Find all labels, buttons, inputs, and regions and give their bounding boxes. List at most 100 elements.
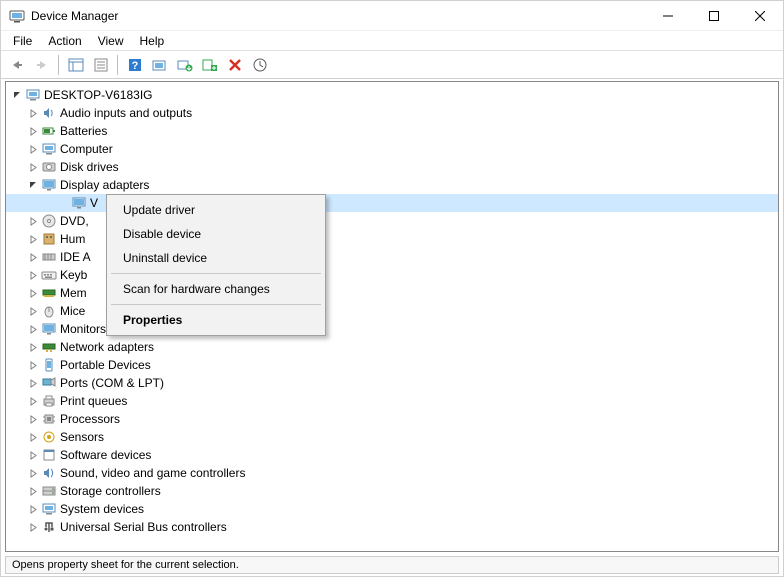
context-menu-item[interactable]: Uninstall device xyxy=(109,246,323,270)
scan-button[interactable] xyxy=(148,54,171,76)
menu-help[interactable]: Help xyxy=(132,32,173,50)
menubar: File Action View Help xyxy=(1,31,783,51)
tree-category[interactable]: Network adapters xyxy=(6,338,778,356)
expand-icon[interactable] xyxy=(26,484,40,498)
minimize-button[interactable] xyxy=(645,1,691,31)
window-controls xyxy=(645,1,783,31)
menu-file[interactable]: File xyxy=(5,32,40,50)
category-icon xyxy=(41,141,57,157)
remove-button[interactable] xyxy=(223,54,246,76)
properties-button[interactable] xyxy=(89,54,112,76)
tree-category[interactable]: Computer xyxy=(6,140,778,158)
expand-icon[interactable] xyxy=(26,214,40,228)
expand-icon[interactable] xyxy=(26,520,40,534)
category-label: Hum xyxy=(60,232,85,246)
tree-category[interactable]: Audio inputs and outputs xyxy=(6,104,778,122)
expand-icon[interactable] xyxy=(26,430,40,444)
expand-icon[interactable] xyxy=(26,124,40,138)
category-label: Display adapters xyxy=(60,178,149,192)
tree-category[interactable]: Sound, video and game controllers xyxy=(6,464,778,482)
toolbar-separator xyxy=(117,55,118,75)
expand-icon[interactable] xyxy=(26,376,40,390)
tree-category[interactable]: Software devices xyxy=(6,446,778,464)
uninstall-button[interactable] xyxy=(248,54,271,76)
app-icon xyxy=(9,8,25,24)
tree-category[interactable]: Processors xyxy=(6,410,778,428)
statusbar: Opens property sheet for the current sel… xyxy=(5,556,779,574)
expand-icon[interactable] xyxy=(26,322,40,336)
menu-action[interactable]: Action xyxy=(40,32,89,50)
category-icon xyxy=(41,411,57,427)
expand-icon[interactable] xyxy=(26,160,40,174)
category-label: Sensors xyxy=(60,430,104,444)
context-menu-separator xyxy=(111,304,321,305)
forward-button[interactable] xyxy=(30,54,53,76)
tree-category[interactable]: Print queues xyxy=(6,392,778,410)
toolbar-separator xyxy=(58,55,59,75)
tree-category[interactable]: Ports (COM & LPT) xyxy=(6,374,778,392)
collapse-icon[interactable] xyxy=(26,178,40,192)
tree-category[interactable]: Batteries xyxy=(6,122,778,140)
root-label: DESKTOP-V6183IG xyxy=(44,88,153,102)
expand-icon[interactable] xyxy=(26,358,40,372)
expand-icon[interactable] xyxy=(26,304,40,318)
expand-icon[interactable] xyxy=(26,232,40,246)
category-label: Storage controllers xyxy=(60,484,161,498)
expand-icon[interactable] xyxy=(26,412,40,426)
expand-icon[interactable] xyxy=(26,250,40,264)
expand-icon[interactable] xyxy=(26,466,40,480)
category-label: Mice xyxy=(60,304,85,318)
category-icon xyxy=(41,249,57,265)
expand-icon[interactable] xyxy=(26,106,40,120)
category-icon xyxy=(41,123,57,139)
expand-icon[interactable] xyxy=(26,286,40,300)
category-label: Processors xyxy=(60,412,120,426)
help-button[interactable]: ? xyxy=(123,54,146,76)
context-menu-item[interactable]: Disable device xyxy=(109,222,323,246)
category-label: Universal Serial Bus controllers xyxy=(60,520,227,534)
device-icon xyxy=(71,195,87,211)
maximize-button[interactable] xyxy=(691,1,737,31)
update-driver-button[interactable] xyxy=(173,54,196,76)
category-icon xyxy=(41,375,57,391)
expand-icon[interactable] xyxy=(26,268,40,282)
computer-icon xyxy=(25,87,41,103)
tree-category[interactable]: System devices xyxy=(6,500,778,518)
svg-text:?: ? xyxy=(131,60,138,72)
category-label: Print queues xyxy=(60,394,127,408)
collapse-icon[interactable] xyxy=(10,88,24,102)
category-icon xyxy=(41,465,57,481)
tree-category[interactable]: Sensors xyxy=(6,428,778,446)
category-icon xyxy=(41,159,57,175)
expand-icon[interactable] xyxy=(26,448,40,462)
tree-category[interactable]: Portable Devices xyxy=(6,356,778,374)
back-button[interactable] xyxy=(5,54,28,76)
tree-root[interactable]: DESKTOP-V6183IG xyxy=(6,86,778,104)
tree-category[interactable]: Disk drives xyxy=(6,158,778,176)
expand-icon[interactable] xyxy=(26,394,40,408)
show-hidden-button[interactable] xyxy=(64,54,87,76)
category-label: Network adapters xyxy=(60,340,154,354)
tree-category[interactable]: Storage controllers xyxy=(6,482,778,500)
category-icon xyxy=(41,303,57,319)
category-icon xyxy=(41,105,57,121)
category-label: Software devices xyxy=(60,448,151,462)
close-button[interactable] xyxy=(737,1,783,31)
category-icon xyxy=(41,501,57,517)
expand-icon[interactable] xyxy=(26,502,40,516)
category-icon xyxy=(41,339,57,355)
expand-icon[interactable] xyxy=(26,340,40,354)
category-icon xyxy=(41,177,57,193)
menu-view[interactable]: View xyxy=(90,32,132,50)
category-label: Keyb xyxy=(60,268,87,282)
tree-category[interactable]: Universal Serial Bus controllers xyxy=(6,518,778,536)
category-icon xyxy=(41,429,57,445)
add-legacy-button[interactable] xyxy=(198,54,221,76)
context-menu: Update driverDisable deviceUninstall dev… xyxy=(106,194,326,336)
expand-icon[interactable] xyxy=(26,142,40,156)
context-menu-item[interactable]: Properties xyxy=(109,308,323,332)
tree-category[interactable]: Display adapters xyxy=(6,176,778,194)
context-menu-item[interactable]: Scan for hardware changes xyxy=(109,277,323,301)
context-menu-item[interactable]: Update driver xyxy=(109,198,323,222)
category-label: Disk drives xyxy=(60,160,119,174)
